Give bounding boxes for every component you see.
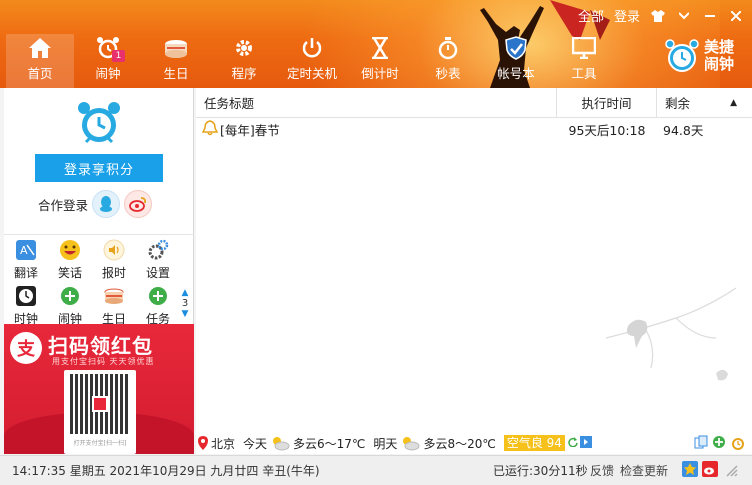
runtime-label: 已运行:30分11秒 xyxy=(493,464,588,478)
plus-circle-icon xyxy=(58,284,82,308)
check-update-link[interactable]: 检查更新 xyxy=(620,462,668,479)
chevron-down-icon[interactable] xyxy=(676,8,692,24)
qr-caption: 打开支付宝[扫一扫] xyxy=(73,440,127,447)
settings-icon xyxy=(146,238,170,262)
weather-actions xyxy=(694,435,746,454)
tools-row-1: A 翻译 笑话 报时 设置 xyxy=(4,238,194,284)
weather-today[interactable]: 今天 多云6～17℃ xyxy=(243,435,365,452)
nav-home[interactable]: 首页 xyxy=(6,34,74,88)
alipay-logo-icon: 支 xyxy=(10,332,42,364)
tool-time-announce[interactable]: 报时 xyxy=(92,238,136,284)
tools-grid: A 翻译 笑话 报时 设置 时钟 闹钟 生日 任务 xyxy=(4,238,194,330)
minimize-icon[interactable] xyxy=(702,8,718,24)
weather-city[interactable]: 北京 xyxy=(198,435,235,452)
speaker-icon xyxy=(102,238,126,262)
cloudy-sun-icon xyxy=(403,437,420,451)
pager-up-icon[interactable]: ▲ xyxy=(182,288,189,298)
monitor-icon xyxy=(569,34,599,62)
cake-icon xyxy=(161,34,191,62)
cloudy-sun-icon xyxy=(273,437,290,451)
login-link[interactable]: 登录 xyxy=(614,6,640,25)
bell-icon xyxy=(201,119,219,139)
weather-bar: 北京 今天 多云6～17℃ 明天 多云8～20℃ 空气良 94 xyxy=(196,432,752,454)
sort-asc-icon: ▲ xyxy=(730,97,737,108)
task-time-cell: 95天后10:18 xyxy=(568,122,646,138)
task-remaining-cell: 94.8天 xyxy=(663,122,704,138)
col-title-header[interactable]: 任务标题 xyxy=(196,88,557,118)
power-icon xyxy=(297,34,327,62)
nav-birthday[interactable]: 生日 xyxy=(142,34,210,88)
ad-qr-card: 打开支付宝[扫一扫] xyxy=(64,370,136,454)
clock-icon xyxy=(14,284,38,308)
gear-icon xyxy=(229,34,259,62)
qr-center-icon xyxy=(92,396,108,412)
status-icons xyxy=(682,461,738,480)
copy-icon[interactable] xyxy=(694,435,708,454)
alarm-clock-logo-icon xyxy=(78,102,120,144)
brand-logo: 美捷闹钟 xyxy=(664,38,738,74)
nav-tools[interactable]: 工具 xyxy=(550,34,618,88)
feedback-link[interactable]: 反馈 xyxy=(590,462,614,479)
star-icon[interactable] xyxy=(682,461,698,480)
translate-icon: A xyxy=(14,238,38,262)
nav-alarm[interactable]: 1 闹钟 xyxy=(74,34,142,88)
qq-login-icon[interactable] xyxy=(92,190,121,218)
alarm-clock-icon[interactable] xyxy=(730,435,746,454)
location-pin-icon xyxy=(198,436,208,450)
plus-circle-icon xyxy=(146,284,170,308)
table-header: 任务标题 执行时间 剩余 ▲ xyxy=(196,88,752,118)
tools-pager: ▲ 3 ▼ xyxy=(178,288,192,319)
col-time-header[interactable]: 执行时间 xyxy=(557,88,657,118)
tool-settings[interactable]: 设置 xyxy=(136,238,180,284)
task-table: 任务标题 执行时间 剩余 ▲ [每年]春节 95天后10:18 94.8天 xyxy=(196,88,752,432)
nav-shutdown[interactable]: 定时关机 xyxy=(278,34,346,88)
bird-branch-watermark-image xyxy=(606,287,736,381)
status-bar: 14:17:35 星期五 2021年10月29日 九月廿四 辛丑(牛年) 已运行… xyxy=(0,455,752,485)
expand-arrow-icon[interactable] xyxy=(579,435,592,451)
brand-alarm-clock-icon xyxy=(665,39,699,72)
login-points-button[interactable]: 登录享积分 xyxy=(35,154,163,182)
nav-program[interactable]: 程序 xyxy=(210,34,278,88)
refresh-icon[interactable] xyxy=(568,436,578,450)
weibo-login-icon[interactable] xyxy=(124,190,153,218)
app-header: 全部 登录 首页 1 闹钟 生日 程序 定时关机 倒计时 秒表 帐号本 工具 美… xyxy=(0,0,752,88)
left-panel: 登录享积分 合作登录 A 翻译 笑话 报时 设置 时钟 闹钟 生日 任务 ▲ 3… xyxy=(4,88,194,454)
pager-down-icon[interactable]: ▼ xyxy=(182,309,189,319)
weather-tomorrow[interactable]: 明天 多云8～20℃ xyxy=(373,435,496,452)
air-quality-badge[interactable]: 空气良 94 xyxy=(503,435,565,451)
task-title-cell: [每年]春节 xyxy=(196,119,557,139)
weibo-icon[interactable] xyxy=(702,461,718,480)
tool-joke[interactable]: 笑话 xyxy=(48,238,92,284)
close-icon[interactable] xyxy=(728,8,744,24)
home-icon xyxy=(25,34,55,62)
col-remaining-header[interactable]: 剩余 ▲ xyxy=(657,88,747,118)
alarm-count-badge: 1 xyxy=(112,50,125,62)
table-row[interactable]: [每年]春节 95天后10:18 94.8天 xyxy=(196,118,752,140)
coop-login: 合作登录 xyxy=(38,190,153,218)
smiley-icon xyxy=(58,238,82,262)
left-divider xyxy=(4,234,194,235)
current-datetime: 14:17:35 星期五 2021年10月29日 九月廿四 辛丑(牛年) xyxy=(12,464,320,478)
tool-translate[interactable]: A 翻译 xyxy=(4,238,48,284)
brand-name: 美捷闹钟 xyxy=(704,38,735,73)
ad-subtitle: 用支付宝扫码 天天领优惠 xyxy=(52,357,155,366)
main-nav: 首页 1 闹钟 生日 程序 定时关机 倒计时 秒表 帐号本 工具 xyxy=(0,34,618,88)
stopwatch-icon xyxy=(433,34,463,62)
title-bar: 全部 登录 xyxy=(578,6,744,25)
nav-stopwatch[interactable]: 秒表 xyxy=(414,34,482,88)
hourglass-icon xyxy=(365,34,395,62)
coop-login-label: 合作登录 xyxy=(38,197,89,213)
add-icon[interactable] xyxy=(712,435,726,454)
nav-countdown[interactable]: 倒计时 xyxy=(346,34,414,88)
red-packet-ad-banner[interactable]: 支 扫码领红包 用支付宝扫码 天天领优惠 打开支付宝[扫一扫] xyxy=(4,324,194,454)
shield-icon xyxy=(501,34,531,62)
ad-title: 扫码领红包 xyxy=(48,334,153,358)
resize-grip-icon[interactable] xyxy=(722,461,738,480)
skin-tshirt-icon[interactable] xyxy=(650,8,666,24)
pager-number: 3 xyxy=(181,298,189,309)
all-menu-link[interactable]: 全部 xyxy=(578,6,604,25)
nav-account-book[interactable]: 帐号本 xyxy=(482,34,550,88)
cake-icon xyxy=(102,284,126,308)
